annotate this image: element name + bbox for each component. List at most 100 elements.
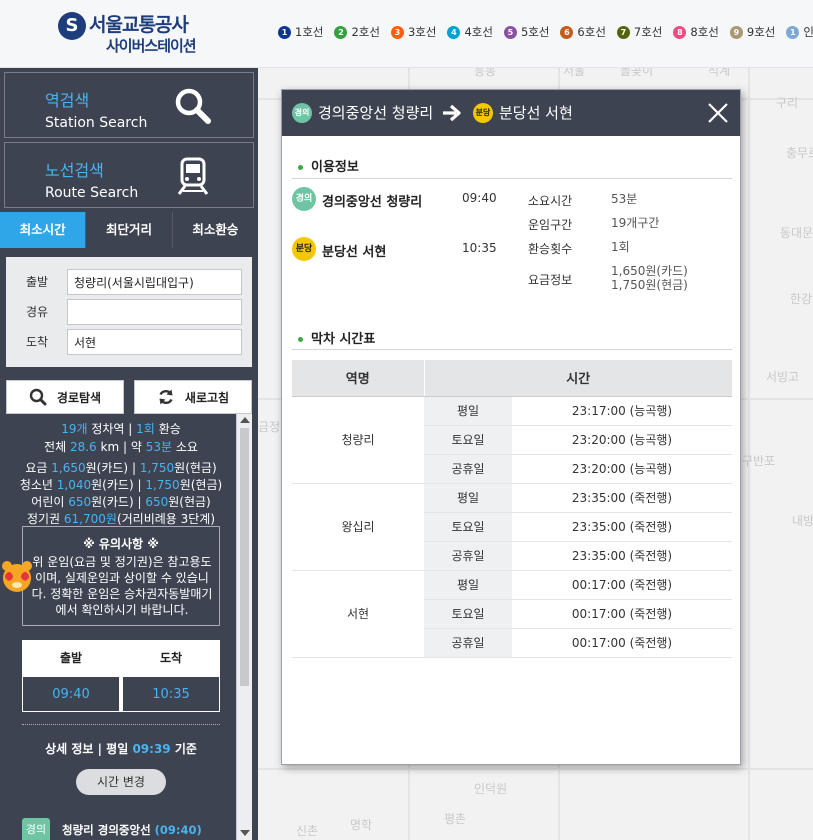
line-number-badge: 4: [447, 25, 461, 39]
line-link[interactable]: 9 9호선: [729, 24, 775, 40]
map-label: 돌곶이: [620, 68, 654, 78]
result-scrollbar[interactable]: [236, 414, 252, 840]
site-header: S 서울교통공사 사이버스테이션 1 1호선 2 2호선 3 3호선 4 4호선 5 5호선 6 6호…: [0, 0, 813, 68]
map-label: 금정: [258, 420, 281, 434]
map-label: 서울: [563, 68, 586, 78]
logo-subtitle: 사이버스테이션: [106, 37, 197, 55]
timetable-day: 토요일: [424, 599, 512, 629]
line-link[interactable]: 1인: [786, 24, 813, 40]
logo[interactable]: S 서울교통공사 사이버스테이션: [58, 10, 208, 56]
via-input[interactable]: [67, 299, 242, 325]
map-label: 응봉: [474, 68, 497, 78]
gyeongui-line-badge: 경의: [292, 187, 316, 211]
scroll-down-icon[interactable]: [240, 830, 250, 836]
last-train-table: 역명 시간 청량리 평일 23:17:00 (능곡행) 토요일 23:20:00 (능곡…: [292, 360, 732, 658]
table-row: 왕십리 평일 23:35:00 (죽전행): [292, 483, 732, 571]
map-label: 구반포: [742, 454, 776, 468]
station-search-title: 역검색: [45, 91, 90, 110]
logo-mark-icon: S: [58, 12, 86, 40]
fare-adult: 요금 1,650원(카드) | 1,750원(현금): [25, 461, 217, 475]
line-label: 8호선: [690, 25, 719, 39]
timetable-day: 평일: [424, 483, 512, 513]
station-column-header: 역명: [292, 360, 425, 397]
fare-notice: ※ 유의사항 ※ 위 운임(요금 및 정기권)은 참고용도이며, 실제운임과 상…: [22, 526, 220, 626]
line-link[interactable]: 5 5호선: [503, 24, 549, 40]
info-fare-cash: 1,750원(현금): [611, 278, 688, 292]
tab-min-time[interactable]: 최소시간: [0, 212, 86, 248]
info-duration-label: 소요시간: [528, 194, 573, 208]
station-search-tile[interactable]: 역검색 Station Search: [4, 72, 254, 138]
table-header-row: 역명 시간: [292, 360, 732, 397]
time-change-button[interactable]: 시간 변경: [76, 769, 166, 795]
line-label: 1호선: [295, 25, 324, 39]
fare-pass: 정기권 61,700원(거리비례용 3단계): [26, 512, 216, 526]
timetable-time: 23:35:00 (죽전행): [512, 483, 732, 513]
route-search-subtitle: Route Search: [45, 185, 139, 201]
detail-time: 09:39: [132, 742, 171, 756]
notice-body: 위 운임(요금 및 정기권)은 참고용도이며, 실제운임과 상이할 수 있습니다…: [31, 555, 213, 617]
timetable-station: 청량리: [292, 396, 424, 484]
info-fare-section-value: 19개구간: [611, 216, 660, 230]
divider: [292, 349, 732, 350]
map-label: 명학: [350, 818, 373, 832]
modal-header: 경의 경의중앙선 청량리 분당 분당선 서현: [282, 90, 740, 136]
station-search-subtitle: Station Search: [45, 115, 148, 131]
departure-input[interactable]: 청량리(서울시립대입구): [67, 269, 242, 295]
line-label: 4호선: [464, 25, 493, 39]
info-fare-section-label: 운임구간: [528, 218, 573, 232]
subway-line-nav: 1 1호선 2 2호선 3 3호선 4 4호선 5 5호선 6 6호선 7 7호선 8 8호선 9 9호선 1 인: [278, 24, 813, 40]
from-station-time: 09:40: [462, 191, 497, 205]
close-icon[interactable]: [706, 101, 730, 125]
line-label: 7호선: [633, 25, 663, 39]
timetable-time: 23:35:00 (죽전행): [512, 541, 732, 571]
line-number-badge: 1: [278, 25, 291, 39]
line-link[interactable]: 3 3호선: [390, 24, 437, 40]
scroll-up-icon[interactable]: [240, 417, 250, 423]
scroll-thumb[interactable]: [240, 428, 249, 686]
line-label: 6호선: [577, 25, 606, 39]
stops-count: 19개: [61, 422, 88, 436]
line-label: 3호선: [407, 25, 437, 39]
line-link[interactable]: 2 2호선: [334, 24, 380, 40]
route-step-first[interactable]: 경의 청량리 경의중앙선 (09:40): [22, 818, 232, 840]
to-station-name: 분당선 서현: [322, 245, 387, 260]
arrival-input[interactable]: 서현: [67, 329, 242, 355]
modal-to-station: 분당선 서현: [499, 104, 573, 122]
line-number-badge: 8: [673, 25, 687, 39]
depart-header: 출발: [59, 651, 83, 665]
fare-teen: 청소년 1,040원(카드) | 1,750원(현금): [19, 478, 223, 492]
fare-child: 어린이 650원(카드) | 650원(현금): [31, 495, 211, 509]
line-number-badge: 9: [729, 25, 743, 39]
distance-duration-summary: 전체 28.6 km | 약 53분 소요: [44, 440, 198, 454]
search-icon: [29, 388, 47, 406]
depart-arrive-table: 출발 도착 09:40 10:35: [22, 640, 220, 712]
map-label: 내방: [792, 514, 813, 528]
timetable-day: 공휴일: [424, 541, 512, 571]
mascot-icon: [2, 561, 32, 592]
timetable-time: 00:17:00 (죽전행): [512, 570, 732, 600]
gyeongui-line-badge: 경의: [292, 103, 312, 123]
logo-title: 서울교통공사: [89, 14, 189, 36]
tab-shortest-distance[interactable]: 최단거리: [85, 212, 172, 248]
route-search-button[interactable]: 경로탐색: [6, 380, 124, 414]
depart-time: 09:40: [22, 676, 120, 712]
route-search-tile[interactable]: 노선검색 Route Search: [4, 142, 254, 208]
map-label: 인덕원: [474, 782, 508, 796]
timetable-day: 토요일: [424, 512, 512, 542]
timetable-station: 왕십리: [292, 483, 424, 571]
route-result-panel: 19개 정차역 | 1회 환승 전체 28.6 km | 약 53분 소요 요금…: [6, 414, 236, 840]
to-station-time: 10:35: [462, 241, 497, 255]
tab-min-transfer[interactable]: 최소환승: [171, 212, 258, 248]
line-link[interactable]: 6 6호선: [560, 24, 606, 40]
timetable-day: 공휴일: [424, 628, 512, 658]
map-label: 석계: [708, 68, 731, 78]
refresh-button[interactable]: 새로고침: [134, 380, 252, 414]
line-link[interactable]: 4 4호선: [447, 24, 493, 40]
route-search-title: 노선검색: [45, 161, 104, 180]
departure-label: 출발: [26, 275, 49, 289]
info-fare-card: 1,650원(카드): [611, 264, 688, 278]
line-link[interactable]: 7 7호선: [616, 24, 663, 40]
line-link[interactable]: 8 8호선: [673, 24, 719, 40]
map-label: 서빙고: [766, 370, 800, 384]
line-link[interactable]: 1 1호선: [278, 24, 323, 40]
